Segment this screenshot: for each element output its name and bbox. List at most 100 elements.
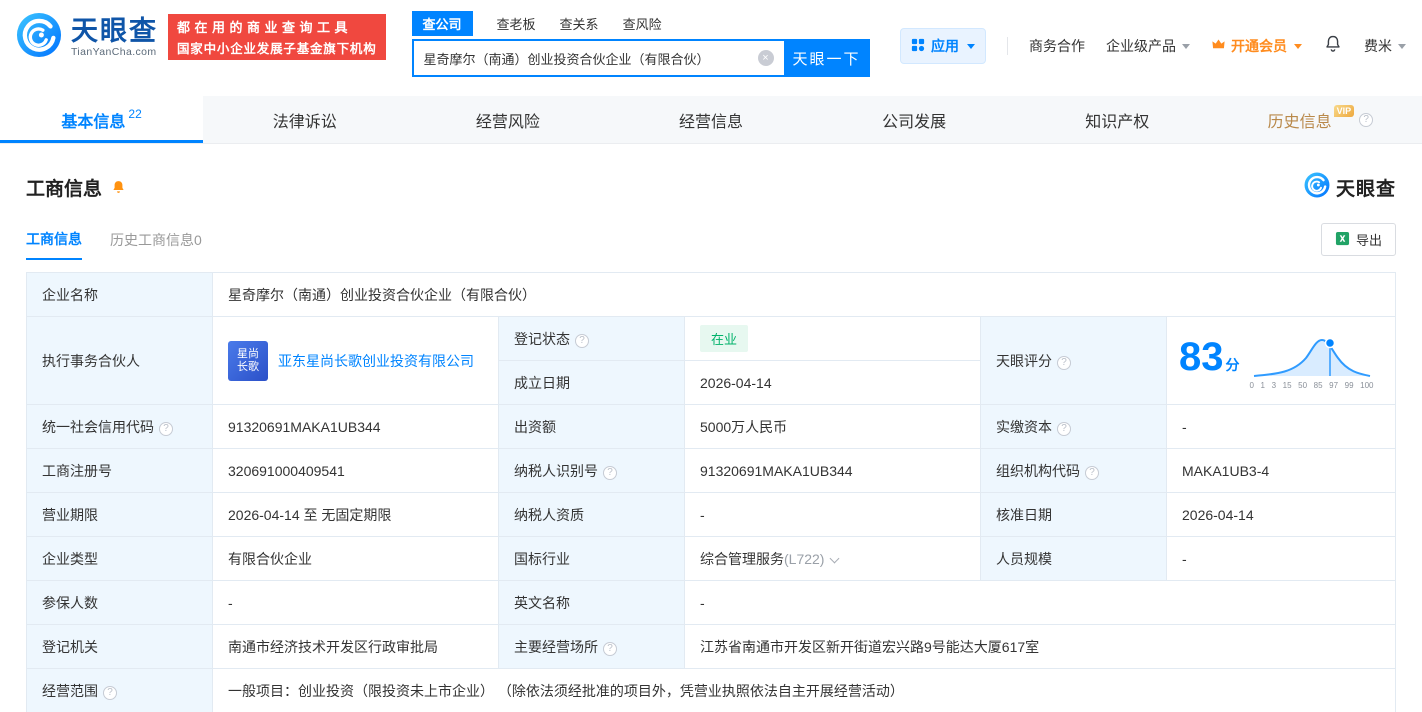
field-value-insured-count: - xyxy=(212,580,499,625)
watermark-text: 天眼查 xyxy=(1335,179,1396,200)
tianyancha-logo[interactable]: 天眼查 TianYanCha.com xyxy=(16,12,158,63)
username: 费米 xyxy=(1364,38,1392,54)
score-axis-labels: 0 1 3 15 50 85 97 99 100 xyxy=(1249,380,1374,390)
tab-basic-info-label: 基本信息 xyxy=(61,113,126,131)
subtab-count: 0 xyxy=(194,232,202,248)
help-icon[interactable] xyxy=(1085,465,1099,480)
tab-legal-proceedings[interactable]: 法律诉讼 xyxy=(203,96,406,143)
tab-label: 历史信息 xyxy=(1267,113,1332,131)
tab-label: 经营风险 xyxy=(475,113,540,131)
company-tabs-nav: 基本信息 22 法律诉讼 经营风险 经营信息 公司发展 知识产权 历史信息 VI… xyxy=(0,96,1422,144)
tianyancha-swirl-icon xyxy=(16,12,62,63)
table-row: 统一社会信用代码 91320691MAKA1UB344 出资额 5000万人民币… xyxy=(26,404,1396,449)
help-icon[interactable] xyxy=(603,641,617,656)
search-input[interactable] xyxy=(411,39,784,77)
export-button[interactable]: 导出 xyxy=(1320,223,1396,256)
field-value-approval-date: 2026-04-14 xyxy=(1166,492,1396,537)
field-value-registration-authority: 南通市经济技术开发区行政审批局 xyxy=(212,624,499,669)
field-label-registration-number: 工商注册号 xyxy=(26,448,213,493)
clear-search-icon[interactable] xyxy=(757,50,774,66)
search-tab-boss[interactable]: 查老板 xyxy=(497,14,536,33)
score-distribution-chart: 0 1 3 15 50 85 97 99 100 xyxy=(1250,332,1374,390)
enterprise-products-label: 企业级产品 xyxy=(1106,38,1176,54)
help-icon[interactable] xyxy=(1057,355,1071,370)
chevron-down-icon[interactable] xyxy=(830,553,840,563)
field-value-taxpayer-id: 91320691MAKA1UB344 xyxy=(684,448,981,493)
chevron-down-icon xyxy=(967,43,975,49)
field-value-org-code: MAKA1UB3-4 xyxy=(1166,448,1396,493)
table-row: 企业类型 有限合伙企业 国标行业 综合管理服务(L722) 人员规模 - xyxy=(26,536,1396,581)
enterprise-products-menu[interactable]: 企业级产品 xyxy=(1106,36,1190,56)
field-value-registration-status: 在业 xyxy=(684,316,981,361)
status-badge: 在业 xyxy=(700,325,749,352)
tab-label: 经营信息 xyxy=(678,113,743,131)
field-label-business-scope: 经营范围 xyxy=(26,668,213,712)
logo-title: 天眼查 xyxy=(71,16,158,46)
help-icon[interactable] xyxy=(1057,421,1071,436)
tab-history-info[interactable]: 历史信息 VIP xyxy=(1219,96,1422,143)
export-label: 导出 xyxy=(1355,233,1382,248)
chevron-down-icon xyxy=(1182,43,1190,49)
table-row: 工商注册号 320691000409541 纳税人识别号 91320691MAK… xyxy=(26,448,1396,493)
search-tabs: 查公司 查老板 查关系 查风险 xyxy=(411,10,870,36)
search-tab-company[interactable]: 查公司 xyxy=(411,10,473,36)
chevron-down-icon xyxy=(1294,43,1302,49)
field-value-registration-number: 320691000409541 xyxy=(212,448,499,493)
help-icon[interactable] xyxy=(603,465,617,480)
partner-logo: 星尚 长歌 xyxy=(228,340,268,381)
promo-line2: 国家中小企业发展子基金旗下机构 xyxy=(177,42,377,56)
tab-business-info[interactable]: 经营信息 xyxy=(609,96,812,143)
field-label-business-term: 营业期限 xyxy=(26,492,213,537)
field-label-company-type: 企业类型 xyxy=(26,536,213,581)
help-icon[interactable] xyxy=(1359,112,1374,127)
help-icon[interactable] xyxy=(103,685,117,700)
tab-label: 知识产权 xyxy=(1085,113,1150,131)
table-row: 营业期限 2026-04-14 至 无固定期限 纳税人资质 - 核准日期 202… xyxy=(26,492,1396,537)
apps-menu-button[interactable]: 应用 xyxy=(900,28,986,64)
help-icon[interactable] xyxy=(159,421,173,436)
top-right-menu: 应用 商务合作 企业级产品 开通会员 费米 xyxy=(900,12,1406,64)
field-label-paid-capital: 实缴资本 xyxy=(980,404,1167,449)
field-label-business-place: 主要经营场所 xyxy=(498,624,685,669)
subtab-business-info[interactable]: 工商信息 xyxy=(26,229,82,260)
search-tab-relation[interactable]: 查关系 xyxy=(560,14,599,33)
field-label-staff-size: 人员规模 xyxy=(980,536,1167,581)
crown-icon xyxy=(1211,37,1226,55)
tab-operating-risk[interactable]: 经营风险 xyxy=(406,96,609,143)
business-cooperation-link[interactable]: 商务合作 xyxy=(1029,36,1085,56)
field-label-capital: 出资额 xyxy=(498,404,685,449)
tab-label: 法律诉讼 xyxy=(272,113,337,131)
field-value-industry: 综合管理服务(L722) xyxy=(684,536,981,581)
search-button[interactable]: 天眼一下 xyxy=(783,39,870,77)
field-value-business-scope: 一般项目：创业投资（限投资未上市企业） （除依法须经批准的项目外，凭营业执照依法… xyxy=(212,668,1396,712)
table-row: 登记机关 南通市经济技术开发区行政审批局 主要经营场所 江苏省南通市开发区新开街… xyxy=(26,624,1396,669)
table-row: 企业名称 星奇摩尔（南通）创业投资合伙企业（有限合伙） xyxy=(26,272,1396,317)
search-block: 查公司 查老板 查关系 查风险 天眼一下 xyxy=(411,10,870,77)
divider xyxy=(1007,37,1008,55)
field-label-taxpayer-id: 纳税人识别号 xyxy=(498,448,685,493)
help-icon[interactable] xyxy=(575,333,589,348)
field-label-insured-count: 参保人数 xyxy=(26,580,213,625)
subscribe-bell-icon[interactable] xyxy=(110,179,127,196)
user-menu[interactable]: 费米 xyxy=(1364,36,1406,56)
subtab-label: 历史工商信息 xyxy=(110,232,194,248)
subtab-history-business-info[interactable]: 历史工商信息0 xyxy=(110,230,202,260)
field-label-tianyan-score: 天眼评分 xyxy=(980,316,1167,405)
partner-company-link[interactable]: 亚东星尚长歌创业投资有限公司 xyxy=(278,351,474,371)
field-label-establish-date: 成立日期 xyxy=(498,360,685,405)
table-row: 参保人数 - 英文名称 - xyxy=(26,580,1396,625)
tab-basic-info[interactable]: 基本信息 22 xyxy=(0,96,204,143)
score-number: 83 分 xyxy=(1179,334,1240,379)
field-label-approval-date: 核准日期 xyxy=(980,492,1167,537)
logo-domain: TianYanCha.com xyxy=(71,46,157,58)
field-label-company-name: 企业名称 xyxy=(26,272,213,317)
field-label-english-name: 英文名称 xyxy=(498,580,685,625)
tab-intellectual-property[interactable]: 知识产权 xyxy=(1016,96,1219,143)
open-vip-label: 开通会员 xyxy=(1231,38,1287,54)
tab-company-development[interactable]: 公司发展 xyxy=(813,96,1016,143)
field-value-executive-partner: 星尚 长歌 亚东星尚长歌创业投资有限公司 xyxy=(212,316,499,405)
field-value-paid-capital: - xyxy=(1166,404,1396,449)
search-tab-risk[interactable]: 查风险 xyxy=(623,14,662,33)
open-vip-button[interactable]: 开通会员 xyxy=(1211,36,1302,56)
notification-bell-icon[interactable] xyxy=(1323,34,1343,59)
